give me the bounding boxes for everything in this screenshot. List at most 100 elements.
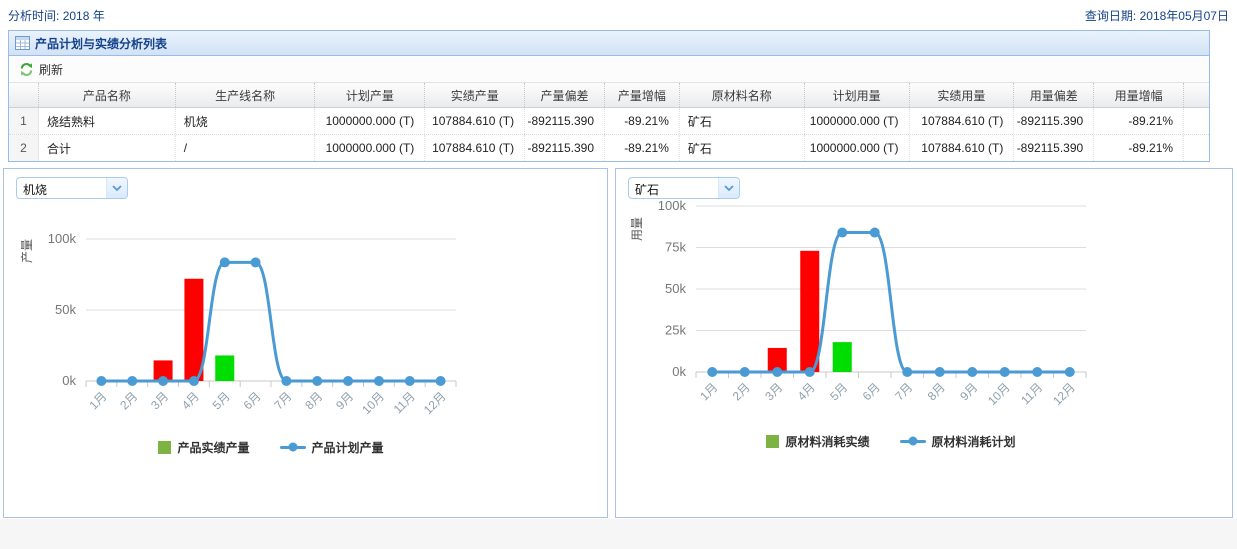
toolbar: 刷新 [9,56,1209,83]
table-row[interactable]: 2合计/1000000.000 (T)107884.610 (T)-892115… [9,135,1209,161]
column-header-9[interactable]: 实绩用量 [910,83,1015,107]
line-marker [1000,367,1010,377]
x-tick-label: 8月 [302,389,325,412]
table-cell: 107884.610 (T) [425,135,525,161]
y-tick-label: 75k [665,240,686,255]
table-row[interactable]: 1烧结熟料机烧1000000.000 (T)107884.610 (T)-892… [9,108,1209,135]
table-cell: -892115.390 [525,135,605,161]
column-header-4[interactable]: 实绩产量 [425,83,525,107]
legend-swatch-icon [766,435,779,448]
column-header-11[interactable]: 用量增幅 [1094,83,1184,107]
bar [184,279,203,381]
x-tick-label: 8月 [925,380,948,403]
table-cell: 1000000.000 (T) [805,108,910,134]
table-cell: -89.21% [1094,135,1184,161]
line-marker [220,257,230,267]
x-tick-label: 11月 [391,389,418,416]
material-chart: 0k25k50k75k100k用量1月2月3月4月5月6月7月8月9月10月11… [624,189,1224,424]
line-marker [251,257,261,267]
chevron-down-icon[interactable] [106,178,127,198]
y-tick-label: 25k [665,323,686,338]
refresh-button[interactable]: 刷新 [14,59,68,80]
line-marker [343,376,353,386]
x-tick-label: 9月 [333,389,356,412]
line-marker [374,376,384,386]
line-marker [837,228,847,238]
legend-item[interactable]: 产品实绩产量 [158,439,249,456]
table-cell: -89.21% [605,135,680,161]
x-tick-label: 12月 [421,389,449,417]
line-marker [1065,367,1075,377]
table-cell: -892115.390 [1014,108,1094,134]
table-header-row: 产品名称生产线名称计划产量实绩产量产量偏差产量增幅原材料名称计划用量实绩用量用量… [9,83,1209,108]
table-cell: -892115.390 [1014,135,1094,161]
production-line-select[interactable]: 机烧 [16,177,128,199]
table-cell: -892115.390 [525,108,605,134]
x-tick-label: 1月 [697,380,720,403]
table-cell: -89.21% [605,108,680,134]
bar [215,355,234,381]
legend-item[interactable]: 产品计划产量 [280,439,384,456]
x-tick-label: 5月 [827,380,850,403]
production-chart-panel: 机烧 0k50k100k产量1月2月3月4月5月6月7月8月9月10月11月12… [3,168,608,518]
line-marker [405,376,415,386]
x-tick-label: 5月 [210,389,233,412]
legend-label: 产品实绩产量 [177,439,249,456]
x-tick-label: 10月 [985,380,1013,408]
column-header-10[interactable]: 用量偏差 [1014,83,1094,107]
line-marker [96,376,106,386]
row-spacer-cell [1184,135,1209,161]
x-tick-label: 9月 [957,380,980,403]
x-tick-label: 4月 [179,389,202,412]
legend-line-icon [280,446,306,449]
query-date-value: 2018年05月07日 [1140,9,1229,23]
y-tick-label: 0k [672,364,686,379]
x-tick-label: 2月 [730,380,753,403]
x-tick-label: 7月 [892,380,915,403]
line-marker [312,376,322,386]
line-marker [805,367,815,377]
analysis-time: 分析时间: 2018 年 [8,7,105,24]
column-header-5[interactable]: 产量偏差 [525,83,605,107]
line-marker [870,228,880,238]
column-header-7[interactable]: 原材料名称 [680,83,805,107]
table-cell: 1000000.000 (T) [315,135,425,161]
table-cell: 烧结熟料 [39,108,176,134]
column-header-8[interactable]: 计划用量 [805,83,910,107]
legend-line-icon [900,440,926,443]
x-tick-label: 7月 [271,389,294,412]
x-tick-label: 4月 [795,380,818,403]
production-line-select-value: 机烧 [17,178,106,198]
table-icon [15,36,30,50]
legend-item[interactable]: 原材料消耗实绩 [766,433,869,450]
column-header-1[interactable]: 产品名称 [39,83,176,107]
legend-label: 产品计划产量 [312,439,384,456]
bar [800,251,819,372]
legend-dot-icon [288,443,297,452]
legend-dot-icon [908,437,917,446]
x-tick-label: 6月 [860,380,883,403]
production-chart-legend: 产品实绩产量 产品计划产量 [86,439,456,455]
column-header-6[interactable]: 产量增幅 [605,83,680,107]
table-body: 1烧结熟料机烧1000000.000 (T)107884.610 (T)-892… [9,108,1209,161]
line-marker [158,376,168,386]
material-chart-panel: 矿石 0k25k50k75k100k用量1月2月3月4月5月6月7月8月9月10… [615,168,1233,518]
line-marker [935,367,945,377]
table-cell: 107884.610 (T) [910,135,1015,161]
page-background [0,519,1237,549]
x-tick-label: 2月 [117,389,140,412]
y-tick-label: 0k [62,373,76,388]
y-tick-label: 100k [658,198,687,213]
table-cell: 机烧 [176,108,316,134]
table-cell: 矿石 [680,108,805,134]
legend-item[interactable]: 原材料消耗计划 [900,433,1016,450]
column-header-3[interactable]: 计划产量 [315,83,425,107]
y-axis-label: 用量 [630,217,644,241]
line-marker [707,367,717,377]
query-date-label: 查询日期: [1085,9,1136,23]
plan-line [101,262,440,381]
column-header-2[interactable]: 生产线名称 [176,83,316,107]
line-marker [772,367,782,377]
line-marker [127,376,137,386]
y-axis-label: 产量 [20,239,34,263]
